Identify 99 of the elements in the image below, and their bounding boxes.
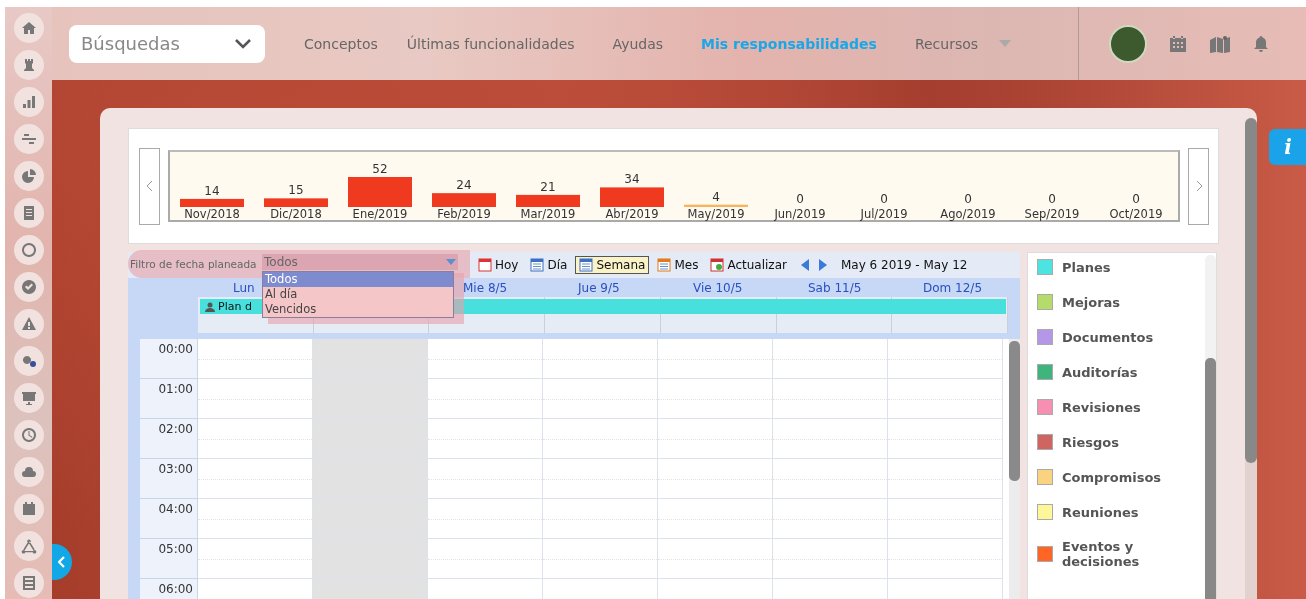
calendar-icon [657, 258, 672, 272]
chevron-left-icon [146, 181, 153, 191]
category-label: Jun/2019 [774, 207, 826, 221]
person-icon [205, 301, 215, 312]
category-label: Nov/2018 [184, 207, 240, 221]
next-arrow-icon[interactable] [818, 259, 827, 271]
calendar-icon [478, 258, 492, 272]
day-header: Dom 12/5 [923, 280, 983, 295]
hour-label: 00:00 [158, 342, 193, 356]
hour-label: 04:00 [158, 502, 193, 516]
previous-button[interactable] [139, 147, 160, 225]
dropdown-option[interactable]: Vencidos [263, 302, 453, 317]
home-icon[interactable] [13, 13, 44, 43]
hour-label: 01:00 [158, 382, 193, 396]
value-label: 0 [880, 192, 888, 206]
nav-link[interactable]: Últimas funcionalidades [406, 35, 575, 52]
scrollbar[interactable] [1009, 339, 1020, 599]
view-button[interactable]: Mes [653, 256, 703, 274]
caret-down-icon [446, 259, 456, 265]
day-header: Jue 9/5 [578, 280, 620, 295]
next-button[interactable] [1188, 147, 1209, 225]
warning-icon[interactable] [13, 309, 44, 339]
view-button[interactable]: Día [526, 256, 572, 274]
value-label: 4 [712, 189, 720, 204]
category-label: Ene/2019 [352, 207, 408, 221]
value-label: 0 [964, 192, 972, 206]
check-icon[interactable] [13, 272, 44, 302]
legend-label: Auditorías [1062, 364, 1138, 380]
scrollbar[interactable] [1205, 255, 1216, 599]
bell-icon[interactable] [1253, 34, 1269, 53]
legend-label: Mejoras [1062, 294, 1121, 310]
calendar-icon[interactable] [13, 494, 44, 524]
value-label: 52 [372, 162, 388, 176]
value-label: 34 [624, 172, 640, 187]
category-label: Abr/2019 [605, 207, 659, 221]
date-range: May 6 2019 - May 12 [840, 258, 968, 272]
calendar-icon [579, 258, 594, 272]
hour-label: 06:00 [158, 582, 193, 596]
value-label: 0 [796, 192, 804, 206]
view-button[interactable]: Actualizar [706, 256, 791, 274]
legend-label: Riesgos [1062, 434, 1119, 450]
hour-label: 05:00 [158, 542, 193, 556]
search-dropdown[interactable]: Búsquedas [69, 24, 265, 63]
legend-label: Compromisos [1062, 469, 1162, 485]
pie-chart-icon[interactable] [13, 161, 44, 191]
info-button[interactable]: i [1269, 129, 1306, 165]
clock-icon[interactable] [13, 420, 44, 450]
bar-chart-icon[interactable] [13, 87, 44, 117]
value-label: 0 [1048, 192, 1056, 206]
event-title: Plan d [218, 300, 252, 313]
category-label: Jul/2019 [860, 207, 908, 221]
dropdown-option[interactable]: Todos [263, 272, 453, 287]
category-label: Feb/2019 [437, 207, 491, 221]
value-label: 0 [1132, 192, 1140, 206]
nav-link[interactable]: Ayudas [612, 35, 664, 52]
category-label: Ago/2019 [940, 207, 996, 221]
chevron-left-icon [58, 556, 66, 568]
category-label: May/2019 [687, 207, 745, 221]
nav-link[interactable]: Conceptos [304, 35, 378, 52]
value-label: 24 [456, 178, 472, 193]
align-icon[interactable] [13, 124, 44, 154]
previous-arrow-icon[interactable] [800, 259, 809, 271]
network-icon[interactable] [13, 531, 44, 561]
chevron-down-icon [235, 38, 251, 49]
category-label: Mar/2019 [520, 207, 576, 221]
list-icon[interactable] [13, 568, 44, 598]
dropdown-option[interactable]: Al día [263, 287, 453, 302]
legend-label: Reuniones [1062, 504, 1139, 520]
category-label: Oct/2019 [1109, 207, 1163, 221]
scrollbar[interactable] [1245, 118, 1257, 599]
cloud-icon[interactable] [13, 457, 44, 487]
category-label: Dic/2018 [270, 207, 322, 221]
filter-select[interactable]: Todos [262, 254, 458, 270]
chevron-right-icon [1195, 181, 1202, 191]
category-label: Sep/2019 [1024, 207, 1080, 221]
day-header: Mie 8/5 [463, 280, 508, 295]
legend-label: Eventos y decisiones [1062, 539, 1141, 569]
hour-label: 03:00 [158, 462, 193, 476]
value-label: 15 [288, 183, 304, 198]
day-header: Lun [233, 280, 255, 295]
view-button[interactable]: Hoy [474, 256, 523, 274]
legend-label: Revisiones [1062, 399, 1141, 415]
calendar-icon [530, 258, 545, 272]
avatar[interactable] [1109, 24, 1147, 63]
filter-label: Filtro de fecha planeada [130, 257, 258, 270]
hour-label: 02:00 [158, 422, 193, 436]
nav-link[interactable]: Recursos [914, 35, 979, 52]
value-label: 21 [540, 179, 556, 194]
day-header: Vie 10/5 [693, 280, 743, 295]
view-button[interactable]: Semana [575, 256, 650, 274]
rook-icon[interactable] [13, 50, 44, 80]
presentation-icon[interactable] [13, 383, 44, 413]
legend-label: Documentos [1062, 329, 1154, 345]
value-label: 14 [204, 183, 220, 198]
day-header: Sab 11/5 [808, 280, 862, 295]
calendar-icon[interactable] [1169, 34, 1187, 53]
legend-label: Planes [1062, 259, 1111, 275]
calendar-refresh-icon [710, 258, 725, 272]
document-icon[interactable] [13, 198, 44, 228]
